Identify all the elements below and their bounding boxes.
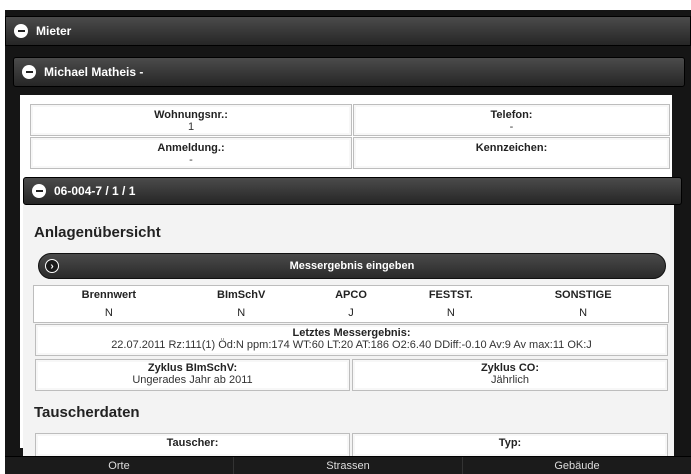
status-value: N xyxy=(104,307,113,319)
zyklus-co-label: Zyklus CO: xyxy=(480,362,540,374)
device-collapsible-header[interactable]: 06-004-7 / 1 / 1 xyxy=(23,177,682,205)
zyklus-bimschv-cell: Zyklus BImSchV: Ungerades Jahr ab 2011 xyxy=(35,359,350,391)
status-header: SONSTIGE xyxy=(554,289,612,301)
chevron-right-icon: › xyxy=(45,259,59,273)
last-result-cell: Letztes Messergebnis: 22.07.2011 Rz:111(… xyxy=(35,324,668,356)
typ-label: Typ: xyxy=(498,437,522,449)
zyklus-bimschv-label: Zyklus BImSchV: xyxy=(147,362,238,374)
last-result-label: Letztes Messergebnis: xyxy=(292,327,411,339)
tauscher-label: Tauscher: xyxy=(166,437,219,449)
wohnungsnr-cell: Wohnungsnr.: 1 xyxy=(30,104,352,136)
status-header-row: Brennwert BImSchV APCO FESTST. SONSTIGE xyxy=(34,286,668,304)
mieter-collapsible-header[interactable]: Mieter xyxy=(5,16,691,46)
status-value: N xyxy=(446,307,455,319)
status-table: Brennwert BImSchV APCO FESTST. SONSTIGE … xyxy=(33,285,669,323)
anlagenuebersicht-heading: Anlagenübersicht xyxy=(34,224,161,241)
tenant-collapsible-header[interactable]: Michael Matheis - xyxy=(13,57,685,87)
tauscherdaten-heading: Tauscherdaten xyxy=(34,404,140,421)
page-top-margin xyxy=(0,0,691,10)
collapse-minus-icon xyxy=(32,184,46,198)
collapse-minus-icon xyxy=(14,24,28,38)
telefon-cell: Telefon: - xyxy=(353,104,670,136)
anmeldung-value: - xyxy=(189,154,193,166)
status-value: J xyxy=(348,307,354,319)
tab-strassen[interactable]: Strassen xyxy=(234,457,463,474)
wohnungsnr-value: 1 xyxy=(187,121,195,133)
typ-cell: Typ: xyxy=(352,433,668,457)
kennzeichen-label: Kennzeichen: xyxy=(475,142,548,154)
status-value-row: N N J N N xyxy=(34,304,668,322)
status-header: FESTST. xyxy=(428,289,473,301)
status-header: BImSchV xyxy=(217,289,266,301)
tab-gebaeude[interactable]: Gebäude xyxy=(463,457,691,474)
collapse-minus-icon xyxy=(22,65,36,79)
tauscher-cell: Tauscher: xyxy=(35,433,350,457)
telefon-value: - xyxy=(509,121,514,133)
zyklus-co-cell: Zyklus CO: Jährlich xyxy=(352,359,668,391)
wohnungsnr-label: Wohnungsnr.: xyxy=(154,109,228,121)
mieter-title: Mieter xyxy=(36,24,72,38)
tab-orte[interactable]: Orte xyxy=(5,457,234,474)
anmeldung-cell: Anmeldung.: - xyxy=(30,137,352,169)
messergebnis-eingeben-label: Messergebnis eingeben xyxy=(289,260,415,272)
bottom-tab-bar: Orte Strassen Gebäude xyxy=(5,456,691,474)
zyklus-co-value: Jährlich xyxy=(491,374,529,386)
status-header: APCO xyxy=(335,289,367,301)
telefon-label: Telefon: xyxy=(490,109,533,121)
anmeldung-label: Anmeldung.: xyxy=(157,142,225,154)
status-value: N xyxy=(237,307,246,319)
status-header: Brennwert xyxy=(81,289,137,301)
device-id: 06-004-7 / 1 / 1 xyxy=(54,184,136,198)
last-result-value: 22.07.2011 Rz:111(1) Öd:N ppm:174 WT:60 … xyxy=(111,339,592,351)
kennzeichen-cell: Kennzeichen: xyxy=(353,137,670,169)
tenant-name: Michael Matheis - xyxy=(44,65,144,79)
messergebnis-eingeben-button[interactable]: › Messergebnis eingeben xyxy=(38,253,666,279)
zyklus-bimschv-value: Ungerades Jahr ab 2011 xyxy=(132,374,253,386)
status-value: N xyxy=(579,307,588,319)
